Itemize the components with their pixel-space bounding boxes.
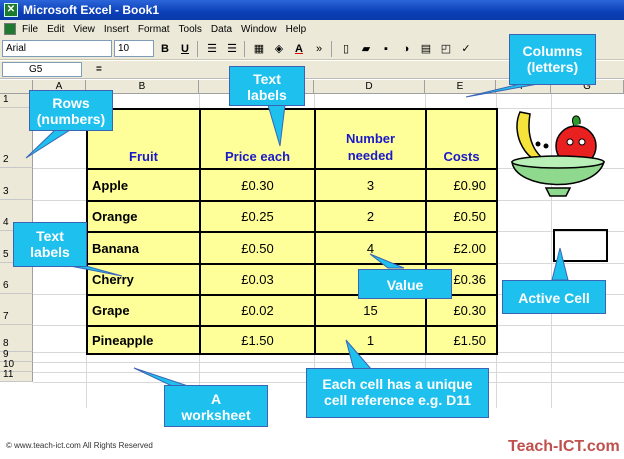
fruit-bowl-image <box>511 111 606 197</box>
workbook-icon[interactable] <box>4 23 16 35</box>
menu-data[interactable]: Data <box>211 24 232 35</box>
text-labels-left-line1: Text <box>36 228 64 244</box>
columns-callout-line1: Columns <box>522 43 583 59</box>
value-callout: Value <box>358 269 452 299</box>
menu-window[interactable]: Window <box>241 24 277 35</box>
fill-color-icon[interactable]: ◈ <box>270 40 288 58</box>
brand-logo: Teach-ICT.com <box>508 438 620 455</box>
column-header-d[interactable]: D <box>314 80 425 94</box>
cell-fruit[interactable]: Apple <box>86 168 201 202</box>
header-price[interactable]: Price each <box>199 108 316 170</box>
text-labels-top-line1: Text <box>253 71 281 87</box>
spelling-icon[interactable]: ✓ <box>457 40 475 58</box>
font-color-button[interactable]: A <box>290 40 308 58</box>
open-file-icon[interactable]: ▰ <box>357 40 375 58</box>
row-header-11[interactable]: 11 <box>0 370 33 382</box>
save-icon[interactable]: ▪ <box>377 40 395 58</box>
cell-price[interactable]: £0.25 <box>199 200 316 233</box>
menu-help[interactable]: Help <box>286 24 307 35</box>
permission-icon[interactable]: ◑ <box>397 40 415 58</box>
excel-icon: ✕ <box>4 3 18 17</box>
active-cell-callout: Active Cell <box>502 280 606 314</box>
row-header-6[interactable]: 6 <box>0 263 33 294</box>
value-callout-text: Value <box>386 277 424 293</box>
cell-cost[interactable]: £1.50 <box>425 325 498 355</box>
columns-callout-line2: (letters) <box>526 59 579 75</box>
cell-fruit[interactable]: Orange <box>86 200 201 233</box>
name-box[interactable]: G5 <box>2 62 82 77</box>
header-costs[interactable]: Costs <box>425 108 498 170</box>
cell-cost[interactable]: £0.50 <box>425 200 498 233</box>
row-header-8[interactable]: 8 <box>0 325 33 352</box>
menu-insert[interactable]: Insert <box>104 24 129 35</box>
rows-callout-line2: (numbers) <box>36 111 106 127</box>
text-labels-left-callout: Text labels <box>13 222 87 267</box>
font-size-select[interactable]: 10 <box>114 40 154 57</box>
cell-ref-callout-line1: Each cell has a unique <box>322 376 473 392</box>
menu-tools[interactable]: Tools <box>179 24 202 35</box>
menu-format[interactable]: Format <box>138 24 170 35</box>
cell-price[interactable]: £0.50 <box>199 231 316 265</box>
cell-cost[interactable]: £0.90 <box>425 168 498 202</box>
worksheet-callout-line2: worksheet <box>181 407 251 423</box>
cell-cost[interactable]: £2.00 <box>425 231 498 265</box>
align-center-icon[interactable]: ☰ <box>223 40 241 58</box>
toolbar-separator <box>244 40 245 57</box>
toolbar-separator <box>331 40 332 57</box>
worksheet-callout-line1: A <box>210 391 222 407</box>
columns-callout: Columns (letters) <box>509 34 596 85</box>
borders-icon[interactable]: ▦ <box>250 40 268 58</box>
active-cell-g5[interactable] <box>553 229 608 262</box>
cell-number[interactable]: 4 <box>314 231 427 265</box>
toolbar-separator <box>197 40 198 57</box>
copyright-text: © www.teach-ict.com All Rights Reserved <box>6 441 153 450</box>
cell-number[interactable]: 1 <box>314 325 427 355</box>
new-file-icon[interactable]: ▯ <box>337 40 355 58</box>
rows-callout: Rows (numbers) <box>29 90 113 131</box>
menu-view[interactable]: View <box>73 24 95 35</box>
font-name-select[interactable]: Arial <box>2 40 112 57</box>
font-color-label: A <box>295 42 303 55</box>
print-icon[interactable]: ▤ <box>417 40 435 58</box>
text-labels-top-line2: labels <box>247 87 287 103</box>
cell-fruit[interactable]: Grape <box>86 294 201 327</box>
active-cell-callout-text: Active Cell <box>518 290 590 306</box>
cell-price[interactable]: £1.50 <box>199 325 316 355</box>
cell-price[interactable]: £0.02 <box>199 294 316 327</box>
cell-number[interactable]: 3 <box>314 168 427 202</box>
cell-fruit[interactable]: Banana <box>86 231 201 265</box>
column-header-e[interactable]: E <box>425 80 496 94</box>
more-buttons-icon[interactable]: » <box>310 40 328 58</box>
cell-reference-callout: Each cell has a unique cell reference e.… <box>306 368 489 418</box>
cell-price[interactable]: £0.03 <box>199 263 316 296</box>
gridline <box>33 362 624 363</box>
menu-edit[interactable]: Edit <box>47 24 64 35</box>
cell-price[interactable]: £0.30 <box>199 168 316 202</box>
formula-equals[interactable]: = <box>96 64 102 75</box>
text-labels-left-line2: labels <box>30 244 70 260</box>
align-left-icon[interactable]: ☰ <box>203 40 221 58</box>
cell-ref-callout-line2: cell reference e.g. D11 <box>323 392 472 408</box>
worksheet-callout: A worksheet <box>164 385 268 427</box>
cell-fruit[interactable]: Pineapple <box>86 325 201 355</box>
menu-file[interactable]: File <box>22 24 38 35</box>
rows-callout-line1: Rows <box>52 95 90 111</box>
window-title: Microsoft Excel - Book1 <box>23 3 160 17</box>
header-number[interactable]: Number needed <box>314 108 427 170</box>
row-header-3[interactable]: 3 <box>0 168 33 200</box>
row-header-7[interactable]: 7 <box>0 294 33 325</box>
cell-number[interactable]: 2 <box>314 200 427 233</box>
text-labels-top-callout: Text labels <box>229 66 305 106</box>
underline-button[interactable]: U <box>176 40 194 58</box>
title-bar: ✕ Microsoft Excel - Book1 <box>0 0 624 20</box>
bold-button[interactable]: B <box>156 40 174 58</box>
cell-fruit[interactable]: Cherry <box>86 263 201 296</box>
print-preview-icon[interactable]: ◰ <box>437 40 455 58</box>
